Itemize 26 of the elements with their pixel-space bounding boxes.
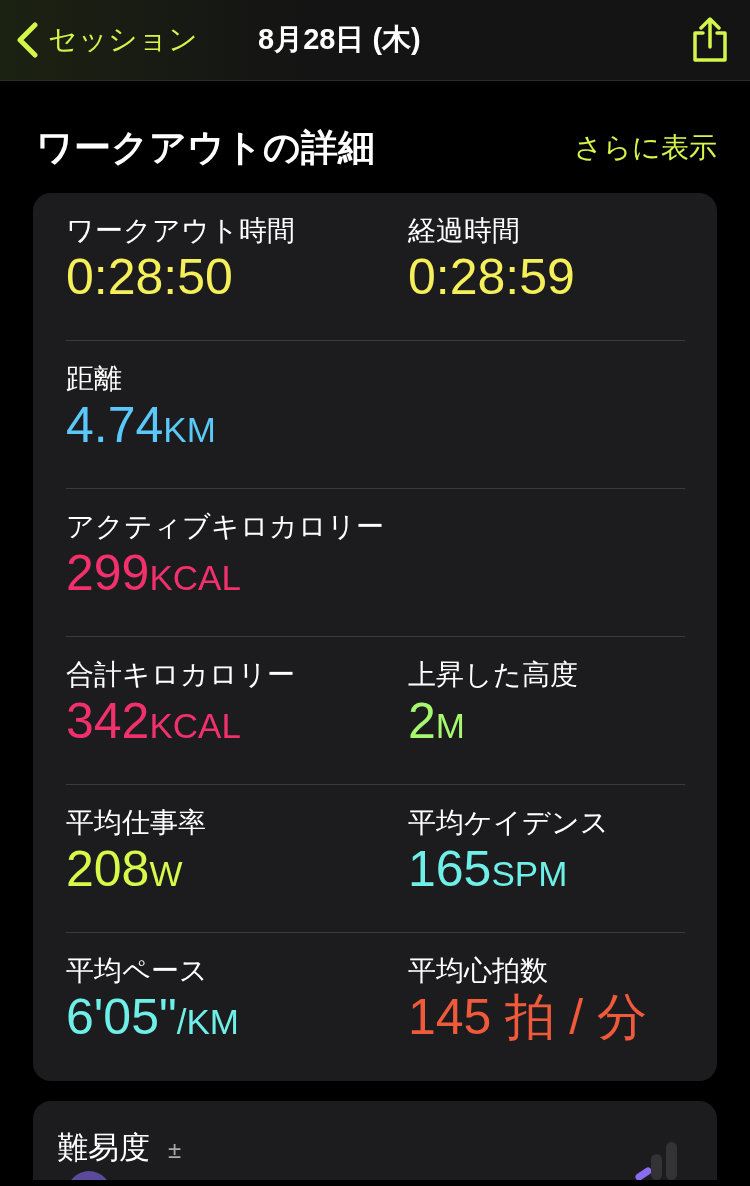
metric-value: 165SPM: [408, 841, 568, 899]
back-button[interactable]: セッション: [16, 20, 198, 60]
metric-value: 145 拍 / 分: [408, 989, 647, 1047]
metric-value: 208W: [66, 841, 183, 899]
metric-value: 0:28:59: [408, 249, 575, 307]
section-title: ワークアウトの詳細: [36, 126, 375, 170]
metric-label: 合計キロカロリー: [66, 658, 295, 692]
show-more-link[interactable]: さらに表示: [574, 129, 717, 167]
metric-value: 4.74KM: [66, 397, 216, 455]
effort-sign-label: ±: [168, 1136, 182, 1164]
metric-label: 上昇した高度: [408, 658, 578, 692]
metric-label: 経過時間: [408, 214, 520, 248]
effort-title: 難易度: [57, 1129, 150, 1167]
metric-label: 距離: [66, 362, 122, 396]
nav-title: 8月28日 (木): [258, 22, 422, 57]
metric-label: アクティブキロカロリー: [66, 510, 384, 544]
metric-label: 平均心拍数: [408, 954, 548, 988]
metric-value: 2M: [408, 693, 465, 751]
metric-value: 0:28:50: [66, 249, 233, 307]
metric-label: 平均仕事率: [66, 806, 206, 840]
metric-label: 平均ケイデンス: [408, 806, 609, 840]
metric-label: ワークアウト時間: [66, 214, 295, 248]
metric-label: 平均ペース: [66, 954, 208, 988]
metric-value: 299KCAL: [66, 545, 241, 603]
metric-value: 342KCAL: [66, 693, 241, 751]
metric-value: 6'05"/KM: [66, 989, 239, 1047]
